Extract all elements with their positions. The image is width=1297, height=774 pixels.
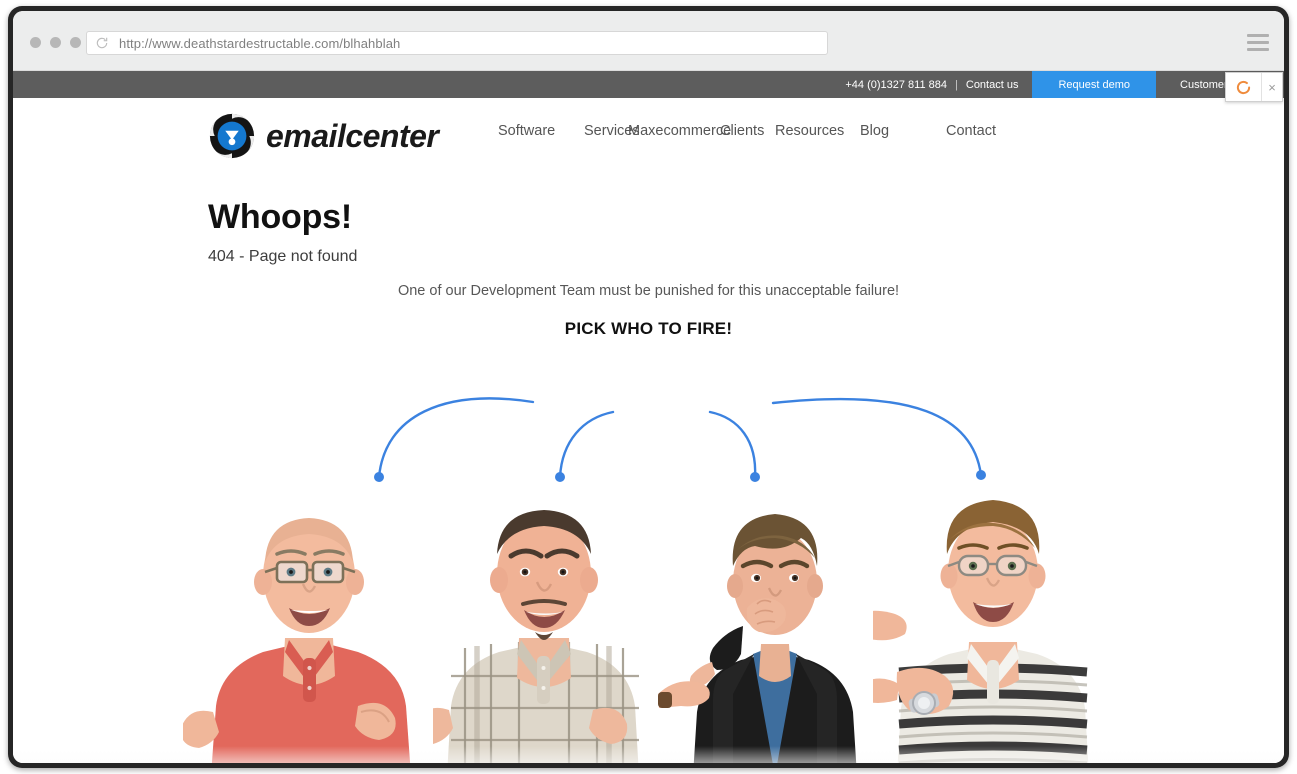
person-photo-james — [433, 510, 639, 763]
person-photo-chris — [873, 500, 1089, 763]
error-page-content: Whoops! 404 - Page not found One of our … — [13, 176, 1284, 763]
site-header: emailcenter Software Services Maxecommer… — [13, 98, 1284, 176]
emailcenter-shutter-logo-icon — [209, 113, 255, 159]
punish-message: One of our Development Team must be puni… — [397, 283, 900, 299]
pick-who-to-fire-heading: PICK WHO TO FIRE! — [564, 319, 733, 338]
development-team-photo — [13, 500, 1284, 763]
logo-wordmark: emailcenter — [266, 117, 439, 154]
page-subtitle: 404 - Page not found — [208, 248, 358, 265]
browser-viewport: http://www.deathstardestructable.com/blh… — [13, 11, 1284, 763]
site-utility-bar: +44 (0)1327 811 884 | Contact us Request… — [13, 71, 1284, 102]
phone-number[interactable]: +44 (0)1327 811 884 — [845, 79, 947, 91]
nav-item-contact[interactable]: Contact — [946, 123, 1016, 139]
site-logo[interactable]: emailcenter — [208, 112, 439, 160]
nav-item-maxecommerce[interactable]: Maxecommerce — [628, 123, 731, 139]
page-title: Whoops! — [208, 198, 352, 236]
reload-icon[interactable] — [95, 36, 109, 50]
address-bar[interactable]: http://www.deathstardestructable.com/blh… — [86, 31, 828, 55]
hamburger-line — [1247, 41, 1269, 44]
orange-spinner-icon — [1226, 73, 1262, 101]
main-navigation: Software Services Maxecommerce Clients R… — [498, 123, 1016, 139]
nav-item-clients[interactable]: Clients — [720, 123, 775, 139]
person-photo-martin — [658, 514, 857, 763]
maximize-dot[interactable] — [70, 37, 81, 48]
nav-item-resources[interactable]: Resources — [775, 123, 860, 139]
nav-item-services[interactable]: Services — [584, 123, 640, 139]
utility-separator: | — [955, 78, 958, 91]
person-photo-luke — [183, 518, 411, 763]
contact-us-link[interactable]: Contact us — [966, 79, 1019, 91]
hamburger-menu-icon[interactable] — [1247, 34, 1269, 55]
floating-notification-widget[interactable]: × — [1225, 72, 1283, 102]
hamburger-line — [1247, 34, 1269, 37]
hamburger-line — [1247, 48, 1269, 51]
utility-contact-group: +44 (0)1327 811 884 | Contact us — [845, 71, 1032, 98]
browser-window-frame: http://www.deathstardestructable.com/blh… — [8, 6, 1289, 768]
window-traffic-lights[interactable] — [30, 37, 81, 48]
browser-chrome-bar: http://www.deathstardestructable.com/blh… — [13, 11, 1284, 71]
nav-item-blog[interactable]: Blog — [860, 123, 946, 139]
nav-item-software[interactable]: Software — [498, 123, 584, 139]
request-demo-button[interactable]: Request demo — [1032, 71, 1157, 98]
url-text: http://www.deathstardestructable.com/blh… — [119, 35, 401, 51]
minimize-dot[interactable] — [50, 37, 61, 48]
close-dot[interactable] — [30, 37, 41, 48]
close-icon[interactable]: × — [1262, 80, 1282, 95]
